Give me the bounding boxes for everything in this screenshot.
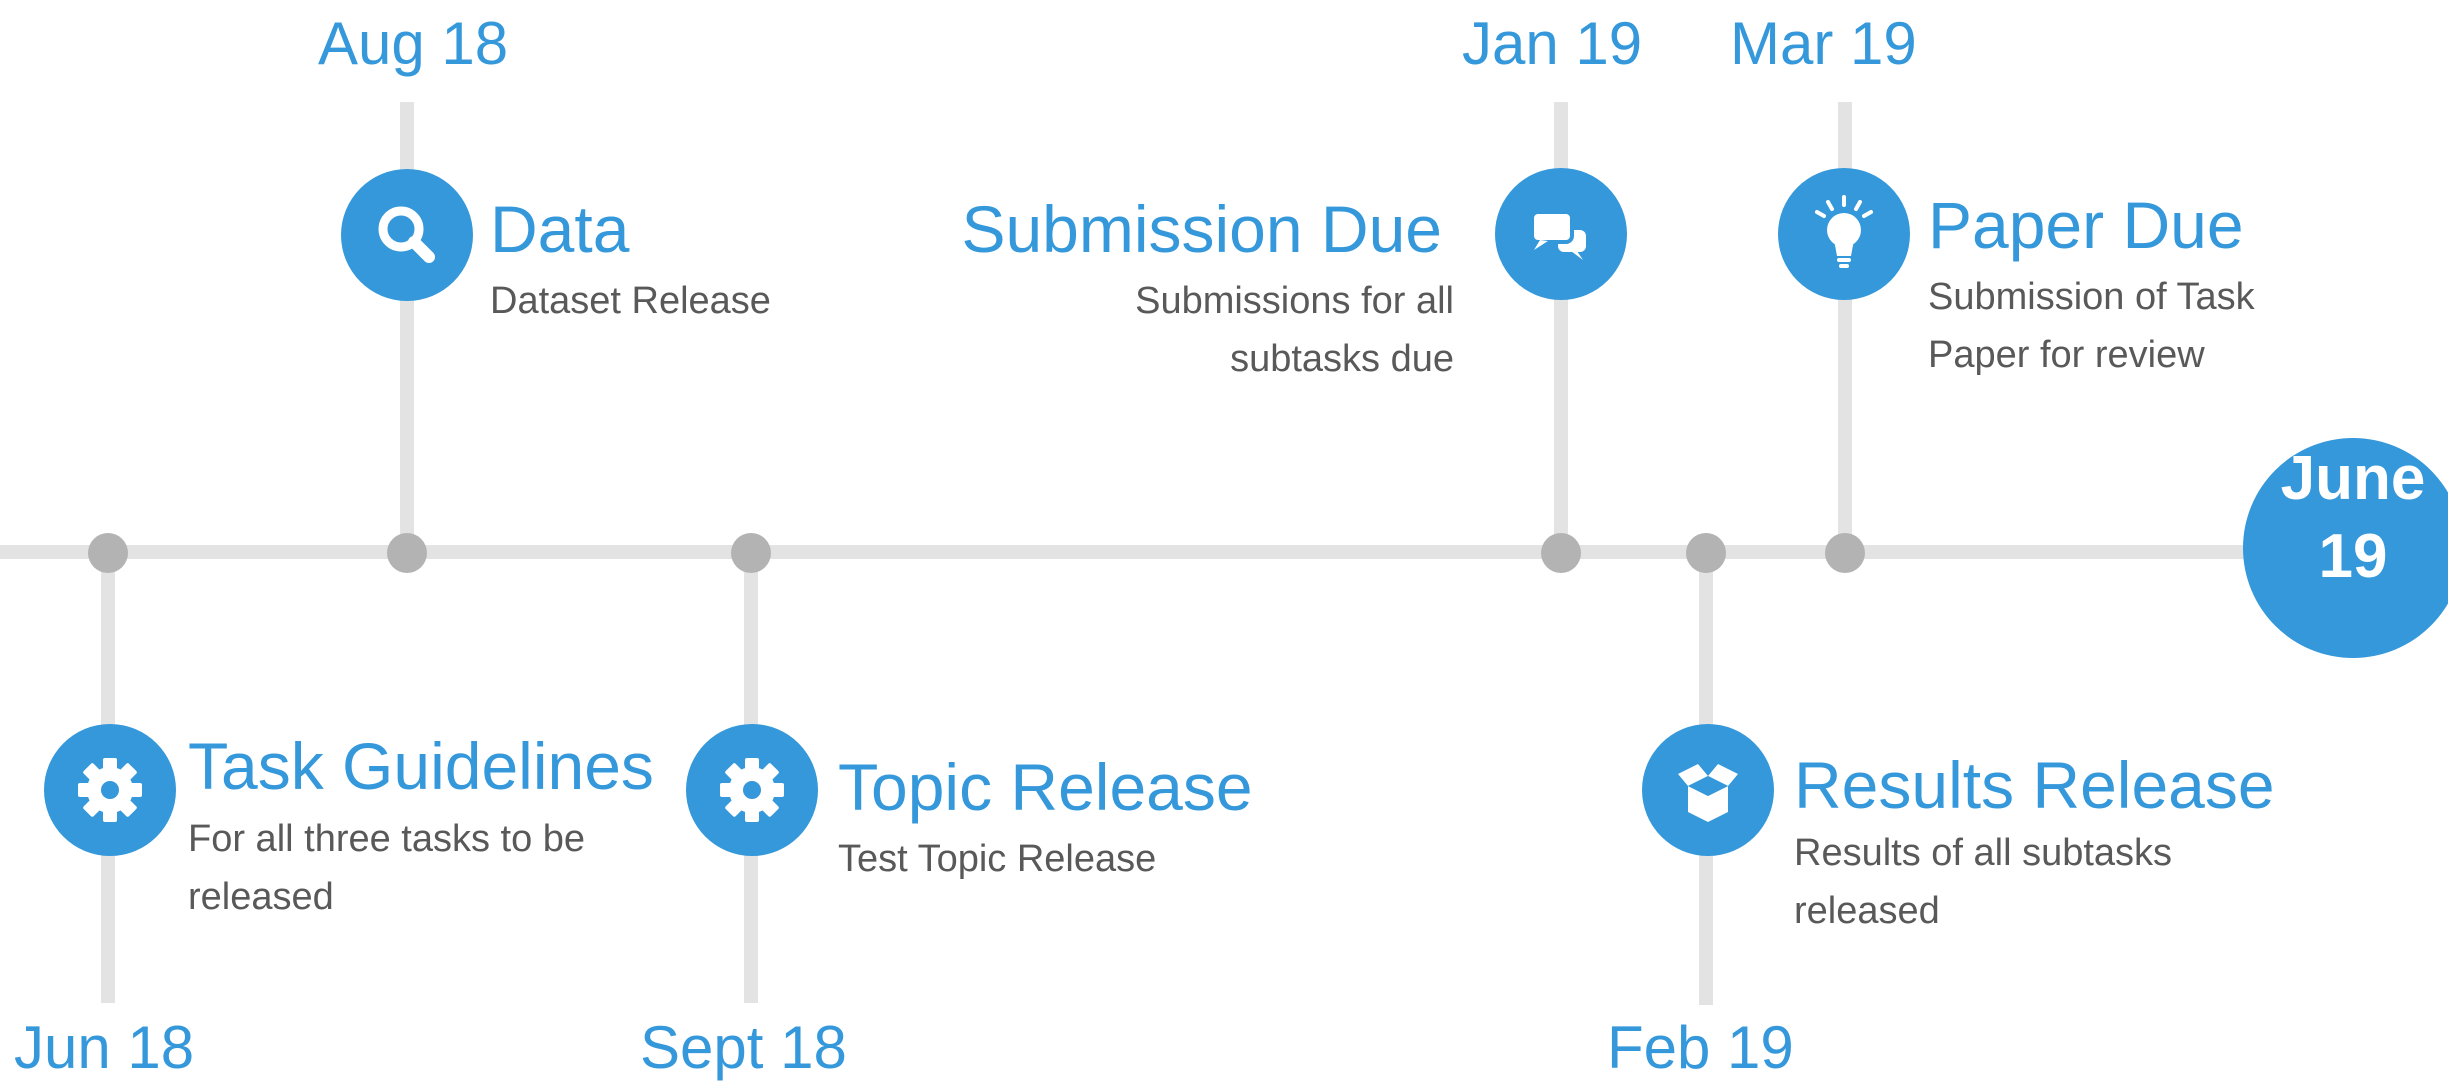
event-title-data: Data bbox=[490, 192, 630, 266]
event-description-topic-release: Test Topic Release bbox=[838, 838, 1157, 880]
node-feb19 bbox=[1686, 533, 1726, 573]
event-description-results-release: Results of all subtasks released bbox=[1794, 832, 2173, 932]
node-aug18 bbox=[387, 533, 427, 573]
end-marker-month: June bbox=[2280, 444, 2426, 513]
gear-icon bbox=[44, 724, 176, 856]
node-jan19 bbox=[1541, 533, 1581, 573]
chat-bubbles-icon bbox=[1495, 168, 1627, 300]
event-title-submission-due: Submission Due bbox=[961, 192, 1442, 266]
date-label-mar19: Mar 19 bbox=[1730, 10, 1917, 77]
event-description-task-guidelines: For all three tasks to be released bbox=[188, 818, 586, 918]
open-box-icon bbox=[1642, 724, 1774, 856]
date-label-aug18: Aug 18 bbox=[318, 10, 509, 77]
event-description-submission-due: Submissions for all subtasks due bbox=[1135, 280, 1454, 380]
date-label-jun18: Jun 18 bbox=[14, 1014, 195, 1081]
search-icon bbox=[341, 169, 473, 301]
end-marker-label: June 19 bbox=[2248, 440, 2448, 596]
date-label-sept18: Sept 18 bbox=[640, 1014, 847, 1081]
node-jun18 bbox=[88, 533, 128, 573]
event-title-topic-release: Topic Release bbox=[838, 750, 1253, 824]
node-mar19 bbox=[1825, 533, 1865, 573]
timeline-axis bbox=[0, 545, 2260, 559]
date-label-feb19: Feb 19 bbox=[1607, 1014, 1794, 1081]
node-sept18 bbox=[731, 533, 771, 573]
event-title-results-release: Results Release bbox=[1794, 748, 2275, 822]
event-title-paper-due: Paper Due bbox=[1928, 188, 2244, 262]
end-marker-year: 19 bbox=[2318, 522, 2388, 591]
timeline-diagram: Aug 18 Jan 19 Mar 19 Jun 18 Sept 18 Feb … bbox=[0, 0, 2448, 1085]
event-description-data: Dataset Release bbox=[490, 280, 771, 322]
date-label-jan19: Jan 19 bbox=[1462, 10, 1643, 77]
event-title-task-guidelines: Task Guidelines bbox=[188, 729, 654, 803]
gear-icon bbox=[686, 724, 818, 856]
event-description-paper-due: Submission of Task Paper for review bbox=[1928, 276, 2255, 376]
lightbulb-icon bbox=[1778, 168, 1910, 300]
